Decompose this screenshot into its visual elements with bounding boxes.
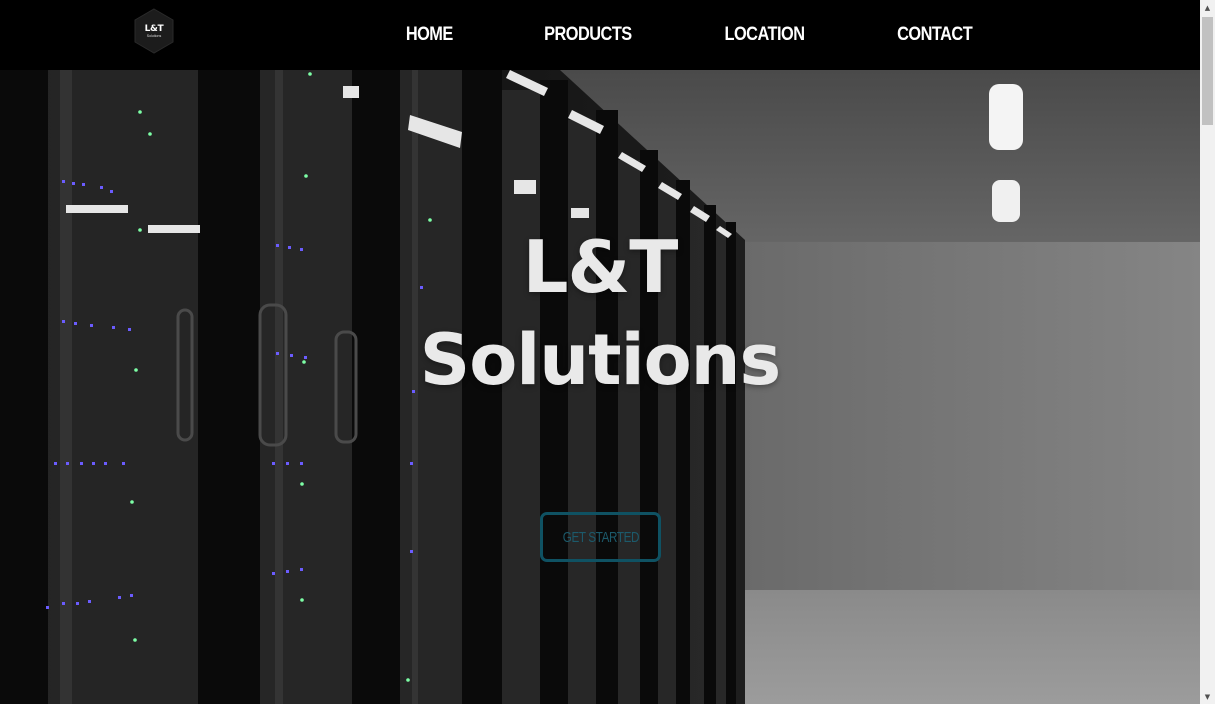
top-navbar: L&T Solutions HOME PRODUCTS LOCATION CON…: [0, 0, 1200, 70]
hero-title-line1: L&T: [522, 225, 679, 309]
scroll-thumb[interactable]: [1202, 17, 1213, 125]
hero-section: L&T Solutions GET STARTED: [0, 70, 1200, 704]
logo-main-text: L&T: [144, 23, 164, 34]
nav-contact[interactable]: CONTACT: [863, 24, 1007, 46]
browser-viewport: L&T Solutions HOME PRODUCTS LOCATION CON…: [0, 0, 1215, 704]
hero-title-line2: Solutions: [419, 319, 781, 401]
scroll-down-arrow-icon[interactable]: ▼: [1200, 689, 1215, 704]
scroll-up-arrow-icon[interactable]: ▲: [1200, 0, 1215, 15]
logo-sub-text: Solutions: [146, 33, 162, 38]
nav-home[interactable]: HOME: [371, 24, 487, 46]
get-started-button[interactable]: GET STARTED: [540, 512, 661, 562]
get-started-label: GET STARTED: [562, 528, 639, 546]
nav-products[interactable]: PRODUCTS: [509, 24, 665, 46]
brand-logo[interactable]: L&T Solutions: [133, 8, 175, 54]
nav-location[interactable]: LOCATION: [691, 24, 840, 46]
page-scrollbar[interactable]: ▲ ▼: [1200, 0, 1215, 704]
nav-links: HOME PRODUCTS LOCATION CONTACT: [362, 0, 1019, 70]
